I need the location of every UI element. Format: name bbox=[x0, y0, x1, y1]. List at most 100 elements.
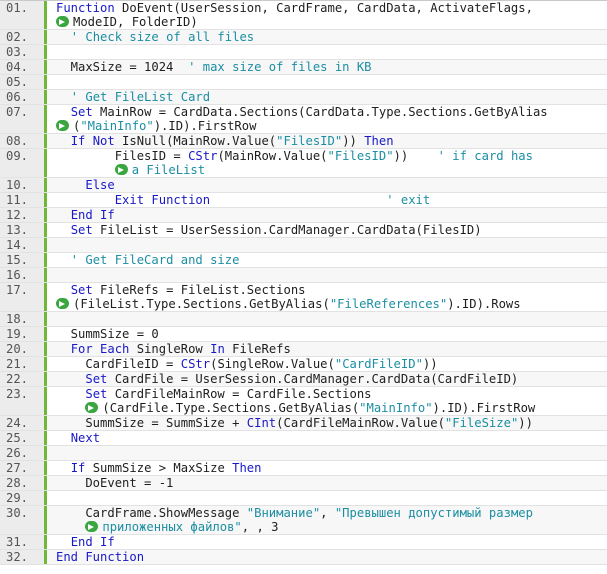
code-token: "MainInfo" bbox=[80, 119, 154, 133]
code-token: )) bbox=[422, 357, 438, 371]
code-text: Function DoEvent(UserSession, CardFrame,… bbox=[47, 1, 607, 29]
code-line: 22. Set CardFile = UserSession.CardManag… bbox=[0, 372, 607, 387]
code-line: 10. Else bbox=[0, 178, 607, 193]
code-line: 03. bbox=[0, 45, 607, 60]
line-number-text: 27. bbox=[6, 461, 29, 475]
code-token: ' Check size of all files bbox=[70, 30, 255, 44]
line-number-text: 22. bbox=[6, 372, 29, 386]
code-text: End If bbox=[47, 208, 607, 222]
code-token: Then bbox=[364, 134, 394, 148]
code-line: 14. bbox=[0, 238, 607, 253]
code-token: End If bbox=[70, 535, 115, 549]
line-number-text: 20. bbox=[6, 342, 29, 356]
line-number: 32. bbox=[0, 550, 47, 564]
line-number: 08. bbox=[0, 134, 47, 148]
line-number: 28. bbox=[0, 476, 47, 490]
code-line: 16. bbox=[0, 268, 607, 283]
code-text bbox=[47, 238, 607, 252]
line-number: 25. bbox=[0, 431, 47, 445]
code-line: 02. ' Check size of all files bbox=[0, 30, 607, 45]
line-number: 17. bbox=[0, 283, 47, 311]
line-number-text: 11. bbox=[6, 193, 29, 207]
code-text: CardFileID = CStr(SingleRow.Value("CardF… bbox=[47, 357, 607, 371]
line-number-text: 07. bbox=[6, 105, 29, 119]
code-token: MainRow = CardData.Sections(CardData.Typ… bbox=[92, 105, 548, 119]
line-number: 31. bbox=[0, 535, 47, 549]
code-token: ).ID).FirstRow bbox=[153, 119, 257, 133]
code-line: 05. bbox=[0, 75, 607, 90]
line-number-text: 16. bbox=[6, 268, 29, 282]
line-number: 23. bbox=[0, 387, 47, 415]
code-token: ).ID).Rows bbox=[447, 297, 521, 311]
line-wrap-icon bbox=[85, 521, 99, 532]
code-text: If SummSize > MaxSize Then bbox=[47, 461, 607, 475]
line-number: 20. bbox=[0, 342, 47, 356]
code-token: FileRefs = FileList.Sections bbox=[92, 283, 306, 297]
line-number-text: 02. bbox=[6, 30, 29, 44]
code-token: Set bbox=[70, 105, 93, 119]
code-token: Function bbox=[56, 1, 115, 15]
code-text: Set CardFileMainRow = CardFile.Sections … bbox=[47, 387, 607, 415]
line-number-text: 31. bbox=[6, 535, 29, 549]
code-text: ' Get FileList Card bbox=[47, 90, 607, 104]
line-number-text: 23. bbox=[6, 387, 29, 401]
code-token: For Each bbox=[70, 342, 130, 356]
line-wrap-icon bbox=[114, 164, 128, 175]
code-token: CardFileMainRow = CardFile.Sections bbox=[107, 387, 372, 401]
code-token: If Not bbox=[70, 134, 115, 148]
code-text bbox=[47, 75, 607, 89]
code-line: 26. bbox=[0, 446, 607, 461]
line-number: 04. bbox=[0, 60, 47, 74]
code-line: 15. ' Get FileCard and size bbox=[0, 253, 607, 268]
code-token: MaxSize = 1024 bbox=[56, 60, 189, 74]
line-number-text: 05. bbox=[6, 75, 29, 89]
code-text: SummSize = 0 bbox=[47, 327, 607, 341]
code-token: CInt bbox=[246, 416, 277, 430]
code-text: Next bbox=[47, 431, 607, 445]
code-token: CStr bbox=[188, 149, 218, 163]
line-number: 11. bbox=[0, 193, 47, 207]
code-token: (CardFile.Type.Sections.GetByAlias( bbox=[102, 401, 360, 415]
code-text: For Each SingleRow In FileRefs bbox=[47, 342, 607, 356]
code-line: 12. End If bbox=[0, 208, 607, 223]
line-number-text: 29. bbox=[6, 491, 29, 505]
line-number: 05. bbox=[0, 75, 47, 89]
code-token: )) bbox=[342, 134, 365, 148]
code-token: FileRefs bbox=[224, 342, 291, 356]
line-wrap-icon bbox=[56, 120, 69, 131]
code-line: 13. Set FileList = UserSession.CardManag… bbox=[0, 223, 607, 238]
code-text: ' Get FileCard and size bbox=[47, 253, 607, 267]
line-number-text: 19. bbox=[6, 327, 29, 341]
code-token: ModeID, FolderID) bbox=[73, 15, 198, 29]
code-token: ).ID).FirstRow bbox=[432, 401, 536, 415]
code-token: "FilesID" bbox=[276, 134, 343, 148]
code-token: "MainInfo" bbox=[359, 401, 433, 415]
code-line: 32. End Function bbox=[0, 550, 607, 565]
code-line: 21. CardFileID = CStr(SingleRow.Value("C… bbox=[0, 357, 607, 372]
line-number: 15. bbox=[0, 253, 47, 267]
code-token: (SingleRow.Value( bbox=[210, 357, 335, 371]
code-line: 29. bbox=[0, 491, 607, 506]
line-number: 26. bbox=[0, 446, 47, 460]
line-number: 13. bbox=[0, 223, 47, 237]
code-line: 20. For Each SingleRow In FileRefs bbox=[0, 342, 607, 357]
code-token: , , 3 bbox=[241, 520, 279, 534]
code-line: 07. Set MainRow = CardData.Sections(Card… bbox=[0, 105, 607, 134]
code-token: )) bbox=[518, 416, 533, 430]
code-token: End Function bbox=[56, 550, 145, 564]
code-token: ' Get FileList Card bbox=[70, 90, 211, 104]
line-number: 10. bbox=[0, 178, 47, 192]
line-number: 02. bbox=[0, 30, 47, 44]
line-number-text: 15. bbox=[6, 253, 29, 267]
code-text: DoEvent = -1 bbox=[47, 476, 607, 490]
